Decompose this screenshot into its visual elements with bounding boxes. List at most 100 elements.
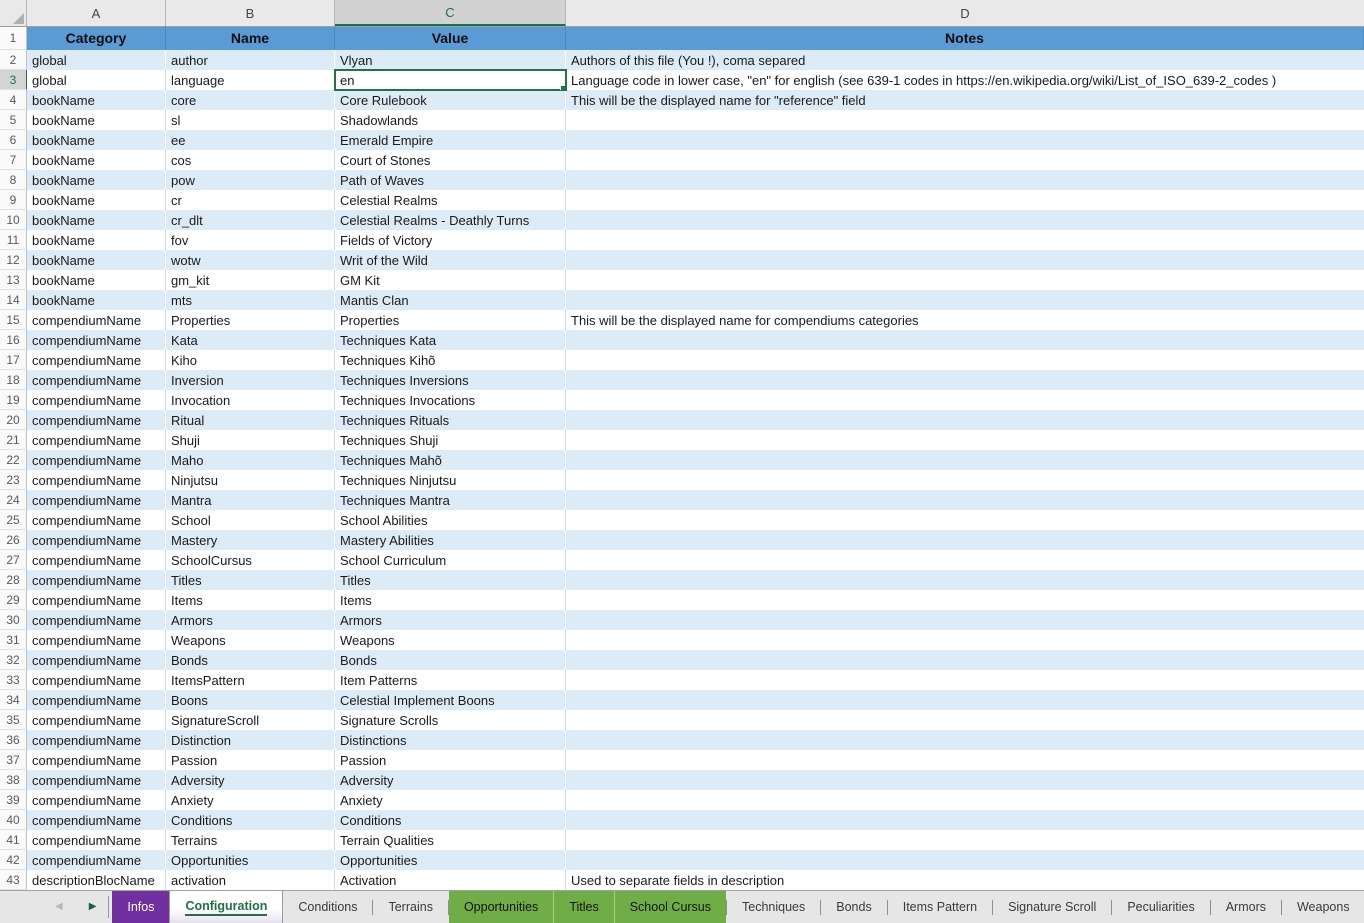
cell-b20[interactable]: Ritual: [166, 410, 335, 430]
row-number[interactable]: 34: [0, 690, 27, 710]
cell-d23[interactable]: [566, 470, 1364, 490]
cell-c38[interactable]: Adversity: [335, 770, 566, 790]
row-number[interactable]: 26: [0, 530, 27, 550]
header-cell-category[interactable]: Category: [27, 27, 166, 50]
column-header-d[interactable]: D: [566, 0, 1364, 26]
cell-b25[interactable]: School: [166, 510, 335, 530]
row-number[interactable]: 42: [0, 850, 27, 870]
cell-d33[interactable]: [566, 670, 1364, 690]
cell-d35[interactable]: [566, 710, 1364, 730]
cell-d2[interactable]: Authors of this file (You !), coma separ…: [566, 50, 1364, 70]
row-number[interactable]: 31: [0, 630, 27, 650]
cell-a39[interactable]: compendiumName: [27, 790, 166, 810]
row-number[interactable]: 9: [0, 190, 27, 210]
cell-d12[interactable]: [566, 250, 1364, 270]
cell-b37[interactable]: Passion: [166, 750, 335, 770]
cell-b2[interactable]: author: [166, 50, 335, 70]
cell-b24[interactable]: Mantra: [166, 490, 335, 510]
row-number[interactable]: 5: [0, 110, 27, 130]
cell-d8[interactable]: [566, 170, 1364, 190]
cell-b17[interactable]: Kiho: [166, 350, 335, 370]
row-number[interactable]: 15: [0, 310, 27, 330]
sheet-tab-terrains[interactable]: Terrains: [373, 891, 447, 923]
cell-d32[interactable]: [566, 650, 1364, 670]
cell-a5[interactable]: bookName: [27, 110, 166, 130]
cell-d15[interactable]: This will be the displayed name for comp…: [566, 310, 1364, 330]
cell-b43[interactable]: activation: [166, 870, 335, 890]
row-number[interactable]: 37: [0, 750, 27, 770]
cell-d17[interactable]: [566, 350, 1364, 370]
row-number[interactable]: 4: [0, 90, 27, 110]
row-number[interactable]: 20: [0, 410, 27, 430]
cell-a11[interactable]: bookName: [27, 230, 166, 250]
row-number[interactable]: 41: [0, 830, 27, 850]
cell-d43[interactable]: Used to separate fields in description: [566, 870, 1364, 890]
cell-d26[interactable]: [566, 530, 1364, 550]
row-number[interactable]: 18: [0, 370, 27, 390]
cell-c14[interactable]: Mantis Clan: [335, 290, 566, 310]
cell-d25[interactable]: [566, 510, 1364, 530]
cell-c18[interactable]: Techniques Inversions: [335, 370, 566, 390]
cell-c13[interactable]: GM Kit: [335, 270, 566, 290]
select-all-button[interactable]: [0, 0, 27, 26]
cell-d38[interactable]: [566, 770, 1364, 790]
row-number[interactable]: 11: [0, 230, 27, 250]
cell-d10[interactable]: [566, 210, 1364, 230]
row-number[interactable]: 3: [0, 70, 27, 90]
row-number[interactable]: 23: [0, 470, 27, 490]
cell-b28[interactable]: Titles: [166, 570, 335, 590]
cell-c34[interactable]: Celestial Implement Boons: [335, 690, 566, 710]
cell-c20[interactable]: Techniques Rituals: [335, 410, 566, 430]
cell-a25[interactable]: compendiumName: [27, 510, 166, 530]
cell-d34[interactable]: [566, 690, 1364, 710]
cell-a19[interactable]: compendiumName: [27, 390, 166, 410]
sheet-tab-conditions[interactable]: Conditions: [283, 891, 372, 923]
cell-c12[interactable]: Writ of the Wild: [335, 250, 566, 270]
cell-d24[interactable]: [566, 490, 1364, 510]
cell-c43[interactable]: Activation: [335, 870, 566, 890]
cell-b36[interactable]: Distinction: [166, 730, 335, 750]
row-number[interactable]: 1: [0, 27, 27, 50]
cell-a10[interactable]: bookName: [27, 210, 166, 230]
row-number[interactable]: 32: [0, 650, 27, 670]
cell-a26[interactable]: compendiumName: [27, 530, 166, 550]
cell-d6[interactable]: [566, 130, 1364, 150]
cell-a4[interactable]: bookName: [27, 90, 166, 110]
cell-b6[interactable]: ee: [166, 130, 335, 150]
cell-b38[interactable]: Adversity: [166, 770, 335, 790]
cell-b12[interactable]: wotw: [166, 250, 335, 270]
sheet-tab-bonds[interactable]: Bonds: [821, 891, 886, 923]
cell-d40[interactable]: [566, 810, 1364, 830]
cell-d42[interactable]: [566, 850, 1364, 870]
cell-d5[interactable]: [566, 110, 1364, 130]
row-number[interactable]: 27: [0, 550, 27, 570]
cell-c16[interactable]: Techniques Kata: [335, 330, 566, 350]
cell-d41[interactable]: [566, 830, 1364, 850]
row-number[interactable]: 19: [0, 390, 27, 410]
cell-a33[interactable]: compendiumName: [27, 670, 166, 690]
cell-c35[interactable]: Signature Scrolls: [335, 710, 566, 730]
cell-b22[interactable]: Maho: [166, 450, 335, 470]
sheet-tab-titles[interactable]: Titles: [554, 891, 613, 923]
cell-d22[interactable]: [566, 450, 1364, 470]
cell-d19[interactable]: [566, 390, 1364, 410]
cell-d30[interactable]: [566, 610, 1364, 630]
row-number[interactable]: 40: [0, 810, 27, 830]
cell-c17[interactable]: Techniques Kihõ: [335, 350, 566, 370]
sheet-tab-techniques[interactable]: Techniques: [727, 891, 820, 923]
row-number[interactable]: 39: [0, 790, 27, 810]
cell-c19[interactable]: Techniques Invocations: [335, 390, 566, 410]
cell-c9[interactable]: Celestial Realms: [335, 190, 566, 210]
cell-b31[interactable]: Weapons: [166, 630, 335, 650]
cell-a22[interactable]: compendiumName: [27, 450, 166, 470]
cell-b9[interactable]: cr: [166, 190, 335, 210]
next-sheet-button[interactable]: ▶: [89, 902, 97, 912]
cell-c5[interactable]: Shadowlands: [335, 110, 566, 130]
cell-a29[interactable]: compendiumName: [27, 590, 166, 610]
row-number[interactable]: 28: [0, 570, 27, 590]
row-number[interactable]: 10: [0, 210, 27, 230]
cell-a40[interactable]: compendiumName: [27, 810, 166, 830]
cell-b4[interactable]: core: [166, 90, 335, 110]
cell-d16[interactable]: [566, 330, 1364, 350]
cell-d13[interactable]: [566, 270, 1364, 290]
